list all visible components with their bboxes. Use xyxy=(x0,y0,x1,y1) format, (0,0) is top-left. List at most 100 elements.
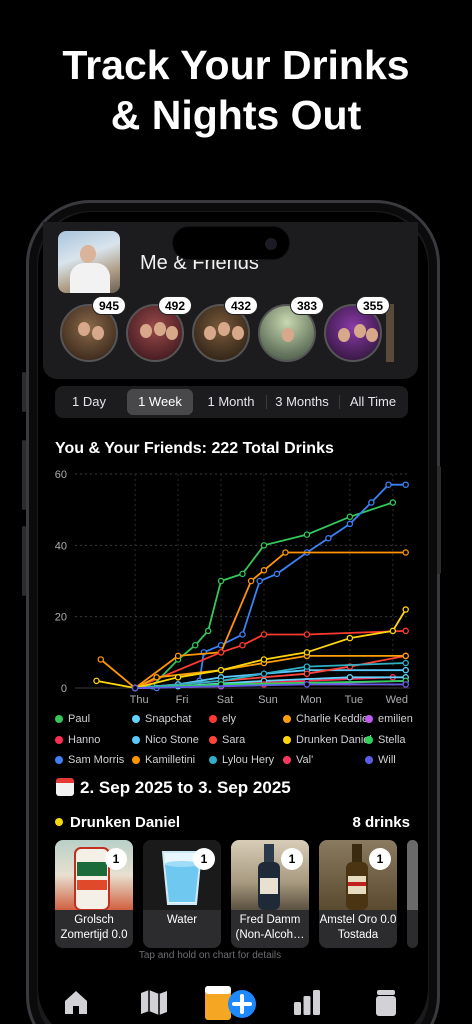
headline-line-2: & Nights Out xyxy=(110,92,362,138)
range-3-months[interactable]: 3 Months xyxy=(268,389,336,415)
avatar-shirt xyxy=(70,263,110,293)
volume-down-button xyxy=(22,526,26,596)
volume-up-button xyxy=(22,440,26,510)
legend-item: ely xyxy=(209,712,236,726)
data-point xyxy=(239,631,246,638)
avatar[interactable] xyxy=(58,231,120,293)
legend-item: Will xyxy=(365,753,420,767)
legend-dot xyxy=(209,736,217,744)
legend-label: Paul xyxy=(68,713,91,725)
legend-dot xyxy=(365,756,373,764)
data-point xyxy=(303,649,311,656)
friend-face xyxy=(282,328,294,342)
friend-badge-4: 383 xyxy=(290,296,325,315)
drinks-chart[interactable]: 0 20 40 60 Thu Fri Sat Sun Mon Tue Wed xyxy=(45,462,420,708)
data-point xyxy=(303,670,311,677)
legend-dot xyxy=(132,715,140,723)
stats-icon[interactable] xyxy=(292,988,322,1016)
camera-icon xyxy=(265,238,277,250)
data-point xyxy=(131,684,139,692)
data-point xyxy=(402,666,409,674)
data-point xyxy=(239,570,246,578)
glass-icon[interactable] xyxy=(373,988,399,1018)
drink-card-5-partial[interactable] xyxy=(407,840,418,948)
legend-label: Nico Stone xyxy=(145,734,199,746)
data-point xyxy=(402,681,409,688)
data-point xyxy=(239,641,246,649)
drink-name: Water xyxy=(166,914,198,926)
data-point xyxy=(192,641,199,649)
range-1-month[interactable]: 1 Month xyxy=(199,389,263,415)
data-point xyxy=(204,627,212,635)
headline: Track Your Drinks & Nights Out xyxy=(0,40,472,140)
legend-dot xyxy=(132,756,140,764)
data-point xyxy=(303,531,311,538)
person-name: Drunken Daniel xyxy=(70,814,181,831)
data-point xyxy=(217,649,225,656)
range-1-day[interactable]: 1 Day xyxy=(58,389,120,415)
range-all-time[interactable]: All Time xyxy=(341,389,405,415)
data-point xyxy=(174,674,182,681)
legend-label: Kamilletini xyxy=(145,754,196,766)
legend-label: Sara xyxy=(222,734,246,746)
legend-label: Will xyxy=(378,754,396,766)
legend-item: Val' xyxy=(283,753,313,767)
x-tick-label: Thu xyxy=(130,694,149,706)
legend-item: Lylou Hery xyxy=(209,753,274,767)
x-tick-label: Sat xyxy=(217,694,234,706)
date-range: 2. Sep 2025 to 3. Sep 2025 xyxy=(56,778,291,798)
data-point xyxy=(346,520,354,528)
segment-divider xyxy=(339,395,340,409)
data-point xyxy=(260,542,268,549)
legend-dot xyxy=(365,715,373,723)
friend-face xyxy=(354,324,366,338)
legend-dot xyxy=(55,756,63,764)
legend-item: Nico Stone xyxy=(132,733,199,747)
data-point xyxy=(402,627,409,635)
drink-card-2[interactable]: 1 Water xyxy=(143,840,221,948)
friend-badge-2: 492 xyxy=(158,296,193,315)
data-point xyxy=(303,663,311,670)
drink-count-badge: 1 xyxy=(281,848,303,870)
home-icon[interactable] xyxy=(62,988,90,1016)
legend-item: emilien xyxy=(365,712,420,726)
legend-label: Stella xyxy=(378,734,406,746)
legend-dot xyxy=(209,715,217,723)
date-range-text: 2. Sep 2025 to 3. Sep 2025 xyxy=(80,778,291,797)
legend-item: Sara xyxy=(209,733,245,747)
legend-dot xyxy=(365,736,373,744)
drink-count-badge: 1 xyxy=(193,848,215,870)
data-point xyxy=(273,570,281,578)
data-point xyxy=(402,659,409,667)
data-point xyxy=(260,567,268,574)
x-tick-label: Sun xyxy=(258,694,278,706)
map-icon[interactable] xyxy=(139,988,169,1016)
legend-label: Sam Morris xyxy=(68,754,125,766)
x-tick-label: Tue xyxy=(345,694,364,706)
drink-card-4[interactable]: 1 Amstel Oro 0.0 Tostada xyxy=(319,840,397,948)
legend-dot xyxy=(283,756,291,764)
legend-item: Charlie Keddie xyxy=(283,712,368,726)
drink-card-1[interactable]: 1 Grolsch Zomertijd 0.0 xyxy=(55,840,133,948)
legend-label: Charlie Keddie xyxy=(296,713,369,725)
friend-face xyxy=(140,324,152,338)
x-tick-label: Mon xyxy=(300,694,321,706)
person-color-dot xyxy=(55,818,63,826)
range-1-week[interactable]: 1 Week xyxy=(127,389,193,415)
friend-face xyxy=(78,322,90,336)
chart-title: You & Your Friends: 222 Total Drinks xyxy=(55,440,334,457)
add-drink-icon[interactable] xyxy=(202,982,258,1022)
y-tick-label: 0 xyxy=(61,683,67,695)
x-tick-label: Fri xyxy=(176,694,189,706)
legend-item: Hanno xyxy=(55,733,100,747)
headline-line-1: Track Your Drinks xyxy=(62,42,410,88)
friend-avatar-6-partial[interactable] xyxy=(386,304,394,362)
legend-label: emilien xyxy=(378,713,413,725)
friend-face xyxy=(232,326,244,340)
legend-dot xyxy=(55,715,63,723)
drink-card-3[interactable]: 1 Fred Damm (Non-Alcoh… xyxy=(231,840,309,948)
y-tick-label: 20 xyxy=(55,612,67,624)
series-line xyxy=(100,551,406,690)
legend-label: Lylou Hery xyxy=(222,754,275,766)
data-point xyxy=(325,534,332,542)
